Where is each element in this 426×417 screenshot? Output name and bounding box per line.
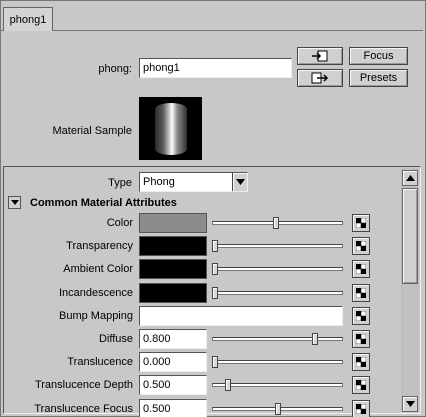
slider-handle[interactable] [312, 333, 318, 345]
scroll-up-button[interactable] [402, 170, 418, 186]
slider-handle[interactable] [212, 240, 218, 252]
attribute-row-bump-mapping: Bump Mapping [0, 306, 400, 327]
attribute-label: Bump Mapping [59, 310, 133, 322]
translucence-focus-map-button[interactable] [352, 400, 370, 417]
checker-map-icon [356, 404, 366, 414]
diffuse-slider[interactable] [212, 337, 343, 341]
attribute-label: Translucence [67, 356, 133, 368]
node-name-label: phong: [98, 63, 132, 75]
ambient-color-swatch[interactable] [139, 259, 207, 279]
tab-divider [0, 30, 3, 31]
attribute-row-color: Color [0, 213, 400, 234]
tab-label: phong1 [9, 13, 47, 26]
focus-label: Focus [363, 50, 394, 62]
transparency-slider[interactable] [212, 244, 343, 248]
focus-button[interactable]: Focus [349, 47, 408, 65]
transparency-map-button[interactable] [352, 237, 370, 255]
scroll-down-button[interactable] [402, 396, 418, 412]
attribute-label: Translucence Focus [34, 403, 133, 415]
translucence-depth-slider[interactable] [212, 383, 343, 387]
show-output-connections-button[interactable] [297, 69, 343, 87]
checker-map-icon [356, 311, 366, 321]
translucence-focus-field[interactable]: 0.500 [139, 399, 207, 417]
type-dropdown-value: Phong [143, 176, 175, 188]
attribute-label: Translucence Depth [34, 379, 133, 391]
node-name-field[interactable]: phong1 [139, 58, 292, 78]
incandescence-map-button[interactable] [352, 284, 370, 302]
attribute-label: Incandescence [59, 287, 133, 299]
attribute-row-ambient-color: Ambient Color [0, 259, 400, 280]
attribute-row-diffuse: Diffuse 0.800 [0, 329, 400, 350]
material-sample-preview[interactable] [139, 97, 202, 160]
attribute-label: Color [106, 217, 133, 229]
checker-map-icon [356, 218, 366, 228]
translucence-depth-field[interactable]: 0.500 [139, 375, 207, 395]
color-swatch[interactable] [139, 213, 207, 233]
bump-mapping-map-button[interactable] [352, 307, 370, 325]
slider-handle[interactable] [275, 403, 281, 415]
translucence-field[interactable]: 0.000 [139, 352, 207, 372]
transparency-swatch[interactable] [139, 236, 207, 256]
material-sample-label: Material Sample [52, 125, 132, 137]
ambient-color-map-button[interactable] [352, 260, 370, 278]
chevron-down-icon [232, 173, 247, 191]
attribute-label: Transparency [66, 240, 133, 252]
attribute-label: Diffuse [98, 333, 133, 345]
checker-map-icon [356, 264, 366, 274]
attribute-label: Ambient Color [63, 263, 133, 275]
input-connection-icon [312, 50, 328, 62]
checker-map-icon [356, 241, 366, 251]
translucence-slider[interactable] [212, 360, 343, 364]
collapse-section-button[interactable] [8, 196, 21, 209]
translucence-depth-map-button[interactable] [352, 376, 370, 394]
checker-map-icon [356, 334, 366, 344]
checker-map-icon [356, 380, 366, 390]
checker-map-icon [356, 288, 366, 298]
presets-label: Presets [359, 72, 398, 84]
attribute-row-translucence-depth: Translucence Depth 0.500 [0, 375, 400, 396]
slider-handle[interactable] [225, 379, 231, 391]
slider-handle[interactable] [273, 217, 279, 229]
section-title: Common Material Attributes [30, 197, 177, 209]
presets-button[interactable]: Presets [349, 69, 408, 87]
diffuse-map-button[interactable] [352, 330, 370, 348]
slider-handle[interactable] [212, 356, 218, 368]
material-swatch-render [154, 102, 187, 155]
checker-map-icon [356, 357, 366, 367]
translucence-map-button[interactable] [352, 353, 370, 371]
slider-handle[interactable] [212, 263, 218, 275]
arrow-up-icon [405, 175, 415, 181]
tab-phong1[interactable]: phong1 [3, 7, 53, 31]
triangle-down-icon [10, 200, 19, 205]
color-map-button[interactable] [352, 214, 370, 232]
show-input-connections-button[interactable] [297, 47, 343, 65]
tab-divider [52, 30, 423, 31]
attribute-row-transparency: Transparency [0, 236, 400, 257]
attribute-row-incandescence: Incandescence [0, 283, 400, 304]
ambient-color-slider[interactable] [212, 267, 343, 271]
diffuse-field[interactable]: 0.800 [139, 329, 207, 349]
bump-mapping-field[interactable] [139, 306, 343, 326]
type-label: Type [108, 177, 132, 189]
scrollbar-thumb[interactable] [402, 188, 418, 284]
incandescence-swatch[interactable] [139, 283, 207, 303]
attribute-row-translucence: Translucence 0.000 [0, 352, 400, 373]
attribute-row-translucence-focus: Translucence Focus 0.500 [0, 399, 400, 417]
type-dropdown[interactable]: Phong [139, 172, 248, 192]
slider-handle[interactable] [212, 287, 218, 299]
arrow-down-icon [405, 401, 415, 407]
output-connection-icon [311, 72, 329, 84]
incandescence-slider[interactable] [212, 291, 343, 295]
